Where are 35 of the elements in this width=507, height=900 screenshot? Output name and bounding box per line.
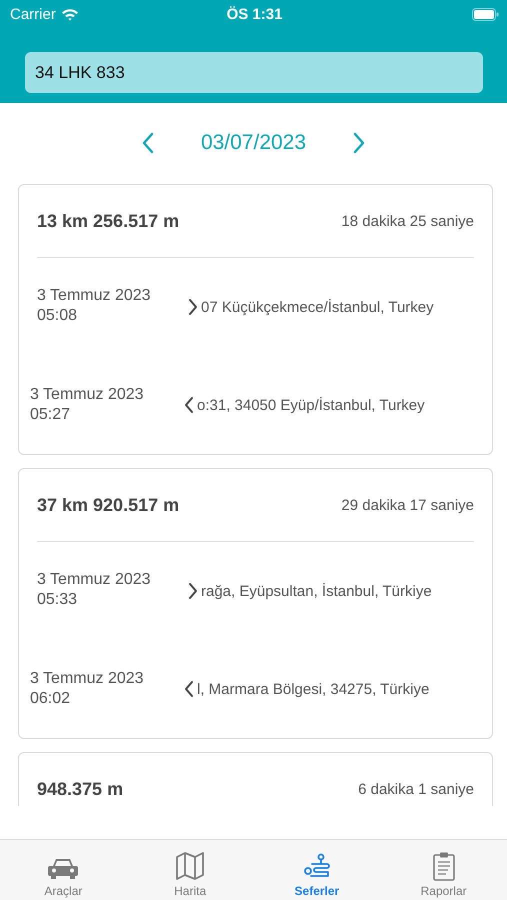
stop-datetime: 3 Temmuz 2023 06:02 [30, 669, 145, 709]
trip-duration: 18 dakika 25 saniye [341, 212, 474, 230]
trip-card[interactable]: 37 km 920.517 m 29 dakika 17 saniye 3 Temmuz 2023 05:33 rağa, Eyüpsultan, İstanbul, Türkiye 3 Temmuz 2023 06:02 l, Marmara Bölgesi, 34275, Türkiye [18, 468, 493, 739]
chevron-left-icon [184, 680, 194, 698]
tab-item[interactable]: Seferler [254, 840, 380, 900]
map-icon [175, 851, 206, 881]
carrier-label: Carrier [10, 6, 56, 22]
next-icon[interactable] [352, 132, 366, 154]
trip-card[interactable]: 948.375 m 6 dakika 1 saniye [18, 752, 493, 806]
tab-item[interactable]: Harita [126, 840, 254, 900]
trip-duration: 29 dakika 17 saniye [341, 496, 474, 514]
trip-card[interactable]: 13 km 256.517 m 18 dakika 25 saniye 3 Temmuz 2023 05:08 07 Küçükçekmece/İstanbul, Turkey 3 Temmuz 2023 05:27 o:31, 34050 Eyüp/İstanbul, Turkey [18, 184, 493, 455]
chevron-right-icon [188, 298, 198, 316]
status-time: ÖS 1:31 [226, 6, 282, 22]
selected-date: 03/07/2023 [200, 131, 306, 155]
tab-item[interactable]: Raporlar [380, 840, 507, 900]
stop-address: rağa, Eyüpsultan, İstanbul, Türkiye [201, 582, 432, 600]
stop-datetime: 3 Temmuz 2023 05:08 [37, 286, 152, 326]
tab-item[interactable]: Araçlar [0, 840, 127, 900]
vehicle-field[interactable]: 34 LHK 833 [25, 52, 483, 93]
clipboard-icon [432, 851, 456, 881]
chevron-right-icon [188, 582, 198, 600]
trip-duration: 6 dakika 1 saniye [358, 780, 474, 798]
chevron-left-icon [184, 396, 194, 414]
trip-distance: 37 km 920.517 m [37, 494, 180, 516]
previous-icon[interactable] [140, 132, 155, 154]
wifi-icon [60, 8, 79, 20]
stop-address: 07 Küçükçekmece/İstanbul, Turkey [201, 298, 434, 316]
battery-icon [472, 8, 499, 20]
trip-distance: 13 km 256.517 m [37, 210, 180, 232]
stop-datetime: 3 Temmuz 2023 05:27 [30, 385, 145, 425]
stop-datetime: 3 Temmuz 2023 05:33 [37, 570, 152, 610]
trip-distance: 948.375 m [37, 778, 124, 800]
stop-address: o:31, 34050 Eyüp/İstanbul, Turkey [197, 396, 425, 414]
stop-address: l, Marmara Bölgesi, 34275, Türkiye [197, 680, 430, 698]
